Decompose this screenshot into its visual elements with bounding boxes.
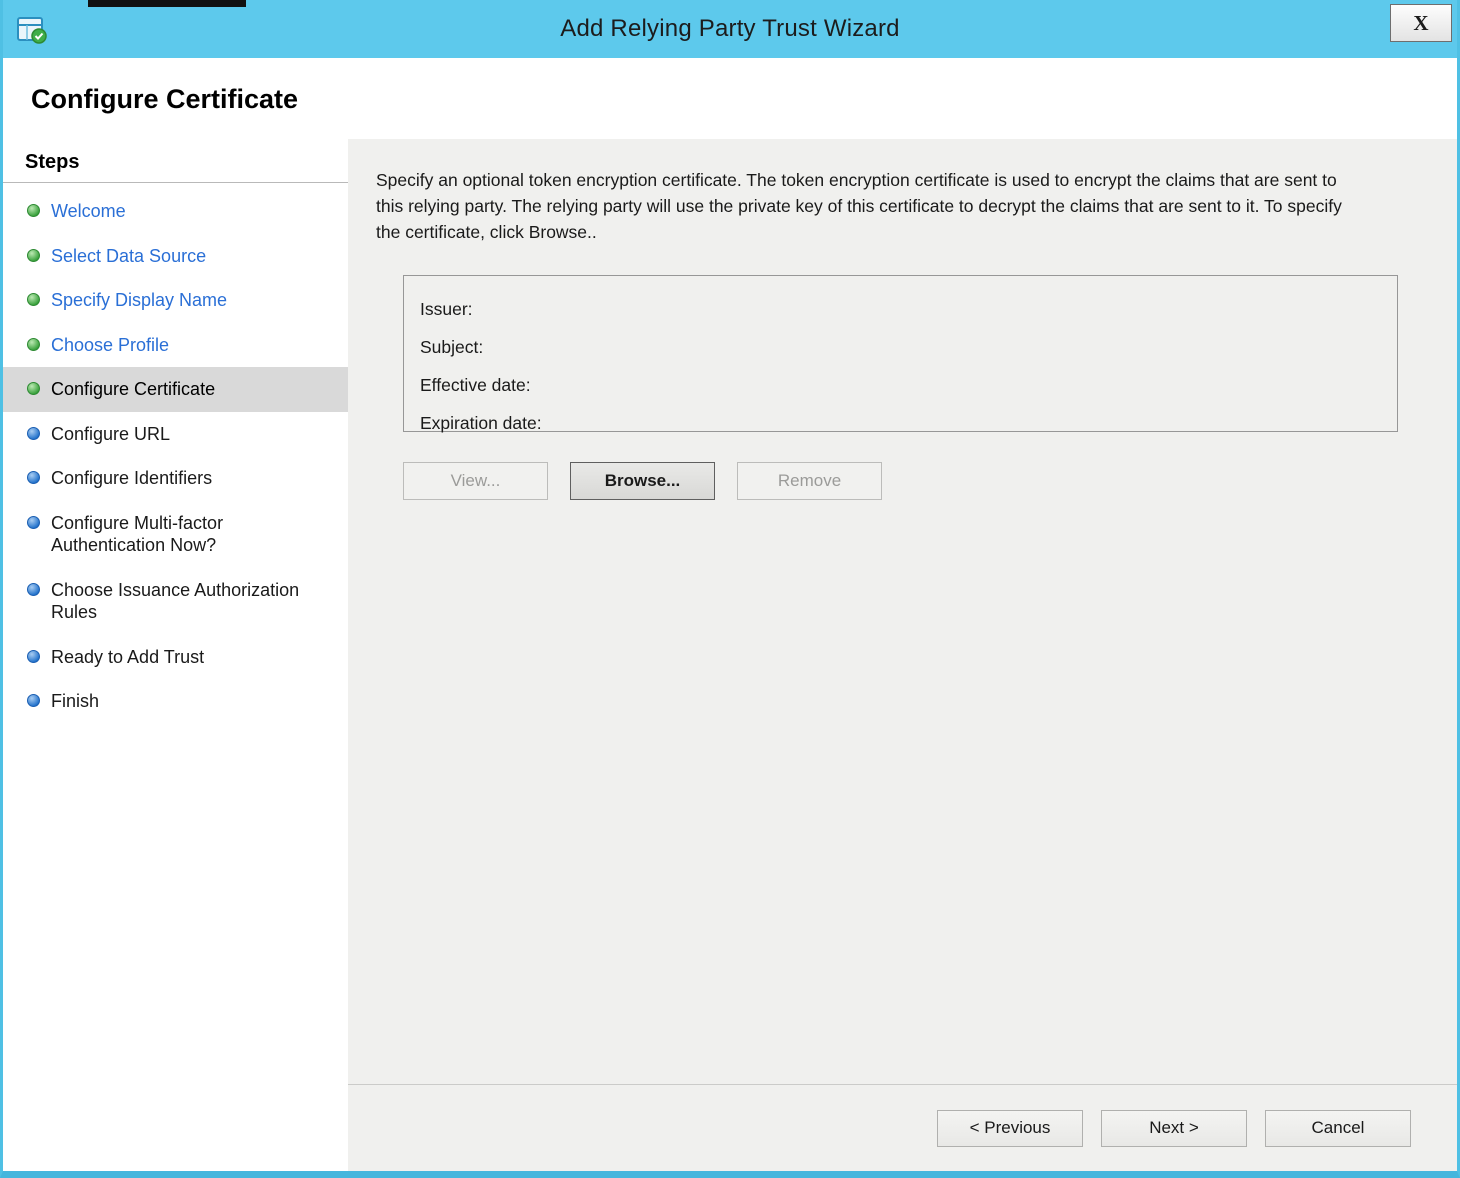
step-specify-display-name[interactable]: Specify Display Name <box>3 278 348 323</box>
background-window-artifact <box>88 0 246 7</box>
step-label: Specify Display Name <box>51 290 228 310</box>
content-area: Specify an optional token encryption cer… <box>348 139 1457 1084</box>
previous-button[interactable]: < Previous <box>937 1109 1083 1147</box>
step-label: Configure Certificate <box>51 379 216 399</box>
step-configure-certificate: Configure Certificate <box>3 367 348 412</box>
steps-list: Welcome Select Data Source Specify Displ… <box>3 189 348 724</box>
step-choose-issuance-rules: Choose Issuance Authorization Rules <box>3 568 348 635</box>
step-pending-icon <box>27 471 40 484</box>
certificate-info-box: Issuer: Subject: Effective date: Expirat… <box>403 275 1398 433</box>
step-label: Ready to Add Trust <box>51 646 205 667</box>
certificate-actions: View... Browse... Remove <box>403 462 1417 500</box>
step-complete-icon <box>27 293 40 306</box>
cert-expiration-date-label: Expiration date: <box>420 413 542 433</box>
step-welcome[interactable]: Welcome <box>3 189 348 234</box>
remove-button: Remove <box>737 462 882 500</box>
step-configure-identifiers: Configure Identifiers <box>3 456 348 501</box>
step-configure-url: Configure URL <box>3 412 348 457</box>
wizard-window: Add Relying Party Trust Wizard X Configu… <box>0 0 1460 1178</box>
view-button: View... <box>403 462 548 500</box>
step-label: Choose Profile <box>51 334 170 355</box>
steps-divider <box>3 182 348 183</box>
step-pending-icon <box>27 426 40 440</box>
step-label: Select Data Source <box>51 245 207 266</box>
step-complete-icon <box>27 248 40 262</box>
wizard-footer: < Previous Next > Cancel <box>348 1084 1457 1171</box>
step-label: Welcome <box>51 201 126 221</box>
step-pending-icon <box>27 515 40 529</box>
step-complete-icon <box>27 204 40 217</box>
step-select-data-source[interactable]: Select Data Source <box>3 234 348 279</box>
step-finish: Finish <box>3 679 348 724</box>
cert-subject-label: Subject: <box>420 337 484 357</box>
step-pending-icon <box>27 582 40 596</box>
step-label: Configure Identifiers <box>51 468 213 488</box>
adfs-wizard-icon <box>15 12 49 46</box>
browse-button[interactable]: Browse... <box>570 462 715 500</box>
cert-issuer-label: Issuer: <box>420 299 473 319</box>
step-ready-to-add-trust: Ready to Add Trust <box>3 635 348 680</box>
cancel-button[interactable]: Cancel <box>1265 1109 1411 1147</box>
step-label: Configure URL <box>51 423 171 444</box>
step-pending-icon <box>27 694 40 707</box>
steps-heading: Steps <box>25 151 80 173</box>
page-title: Configure Certificate <box>31 84 299 114</box>
steps-sidebar: Steps Welcome Select Data Source Specify… <box>3 139 348 1171</box>
cert-effective-date-label: Effective date: <box>420 375 531 395</box>
close-button[interactable]: X <box>1390 4 1452 42</box>
step-current-icon <box>27 382 40 395</box>
step-label: Configure Multi-factor Authentication No… <box>51 512 224 556</box>
next-button[interactable]: Next > <box>1101 1109 1247 1147</box>
description-text: Specify an optional token encryption cer… <box>376 170 1342 242</box>
step-label: Finish <box>51 691 100 711</box>
step-pending-icon <box>27 649 40 663</box>
window-title: Add Relying Party Trust Wizard <box>560 15 900 42</box>
titlebar[interactable]: Add Relying Party Trust Wizard X <box>3 0 1457 58</box>
step-complete-icon <box>27 337 40 351</box>
step-label: Choose Issuance Authorization Rules <box>51 579 300 623</box>
step-configure-multifactor: Configure Multi-factor Authentication No… <box>3 501 348 568</box>
step-choose-profile[interactable]: Choose Profile <box>3 323 348 368</box>
main-panel: Specify an optional token encryption cer… <box>348 139 1457 1171</box>
page-header: Configure Certificate <box>3 58 1457 139</box>
